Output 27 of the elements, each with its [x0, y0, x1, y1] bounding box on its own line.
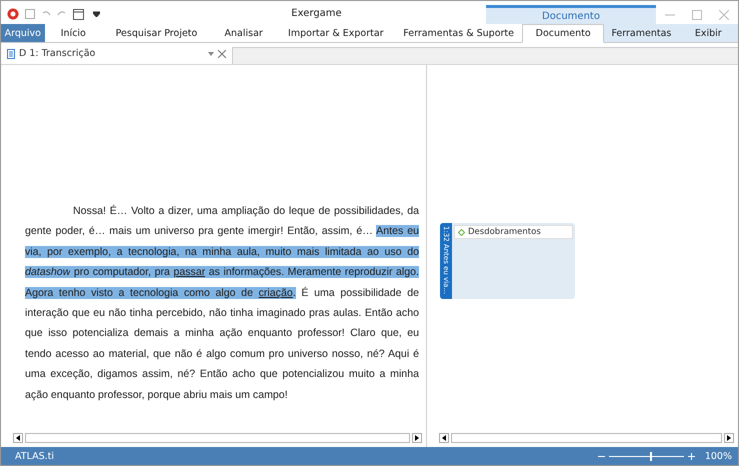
app-name: ATLAS.ti	[15, 450, 54, 462]
scroll-right-button[interactable]	[724, 433, 734, 443]
zoom-slider-thumb[interactable]	[650, 452, 652, 460]
document-tab-title[interactable]: D 1: Transcrição	[19, 48, 204, 59]
ribbon-tab[interactable]: Documento	[522, 24, 604, 43]
code-diamond-icon	[458, 228, 465, 236]
scroll-left-button[interactable]	[13, 433, 23, 443]
document-icon	[7, 48, 15, 58]
app-logo-icon	[7, 8, 19, 20]
customize-caret-icon[interactable]	[93, 11, 100, 17]
horizontal-scrollbar[interactable]	[25, 433, 410, 443]
context-tab-group: Documento	[486, 5, 656, 24]
zoom-percent: 100%	[704, 450, 732, 462]
horizontal-scrollbar[interactable]	[451, 433, 722, 443]
ribbon-tab[interactable]: Ferramentas	[604, 24, 679, 42]
scroll-left-button[interactable]	[439, 433, 449, 443]
save-icon[interactable]	[25, 9, 35, 19]
close-icon[interactable]	[218, 50, 226, 58]
ribbon-tab[interactable]: Arquivo	[1, 24, 45, 42]
scroll-right-button[interactable]	[412, 433, 422, 443]
ribbon-tab[interactable]: Exibir	[678, 24, 738, 42]
transcript-paragraph: Nossa! É… Volto a dizer, uma ampliação do leque de possibilidades, da gente poder, é… mais um universo pra gente imergir! Então, assim, é… Antes eu via, por exemplo, a tecnologia, na minha aula, muito mais limitada ao uso do datashow pro computador, pra passar as informações. Meramente reproduzir algo. Agora tenho visto a tecnologia como algo de criação. É uma possibilidade de interação que eu não tinha percebido, não tinha imaginado pras aulas. Então acho que isso potencializa demais a minha ação enquanto professor! Claro que, eu tendo acesso ao material, que não é algo comum pro universo nosso, né? Aqui é uma exceção, digamos assim, né? Então acho que potencializou muito a minha ação enquanto professor, porque abriu mais um campo!	[25, 204, 419, 403]
window-title: Exergame	[290, 8, 343, 21]
layout-icon[interactable]	[73, 8, 87, 20]
dropdown-caret-icon[interactable]	[208, 52, 214, 56]
code-tag[interactable]: Desdobramentos	[454, 225, 573, 239]
zoom-in-icon[interactable]	[688, 452, 695, 460]
